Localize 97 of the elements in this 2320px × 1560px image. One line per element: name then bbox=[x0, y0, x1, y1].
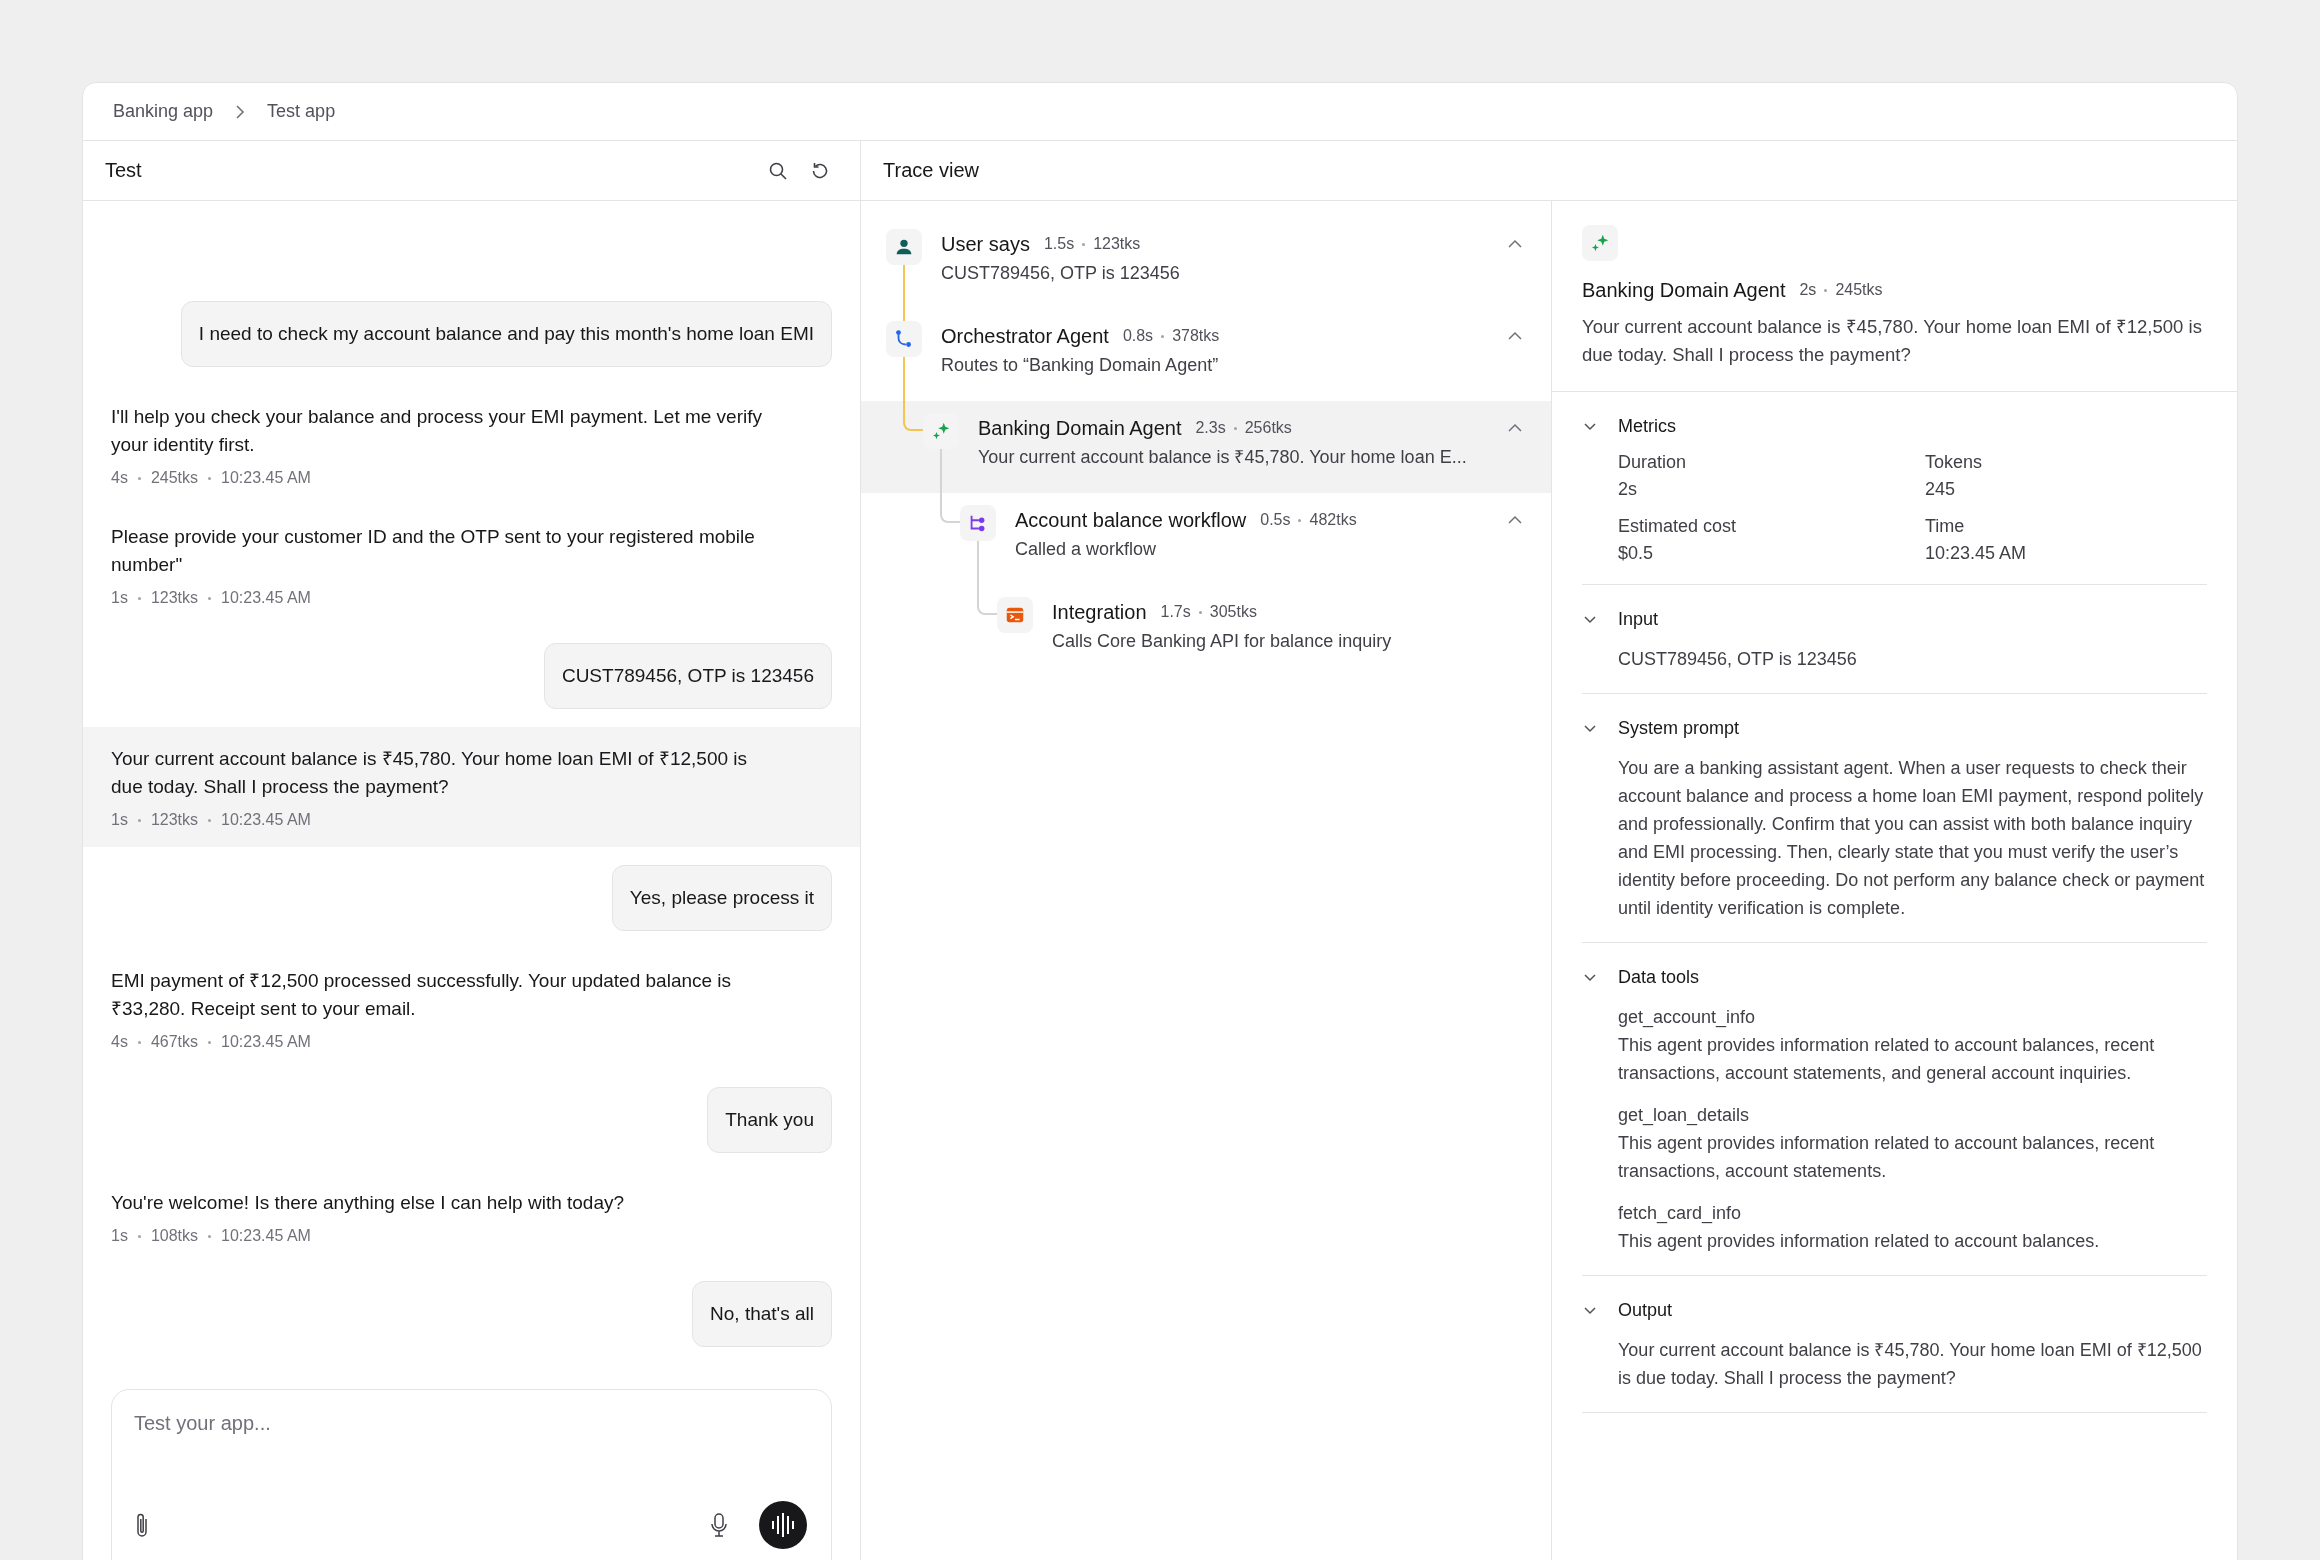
assistant-message: You're welcome! Is there anything else I can help with today? bbox=[111, 1191, 626, 1215]
message-meta: 4s bbox=[111, 1033, 128, 1051]
microphone-icon[interactable] bbox=[709, 1511, 729, 1539]
trace-item-description: Called a workflow bbox=[1015, 538, 1158, 561]
section-title[interactable]: Output bbox=[1618, 1299, 1673, 1321]
user-message: CUST789456, OTP is 123456 bbox=[543, 643, 832, 709]
trace-item-title: Orchestrator Agent bbox=[941, 324, 1109, 348]
trace-item-meta: 1.7s bbox=[1160, 603, 1191, 621]
metric-value: 245 bbox=[1925, 479, 1957, 500]
metric-value: 10:23.45 AM bbox=[1925, 543, 2028, 564]
message-meta: 1s bbox=[111, 1227, 128, 1245]
message-meta: 10:23.45 AM bbox=[221, 1227, 311, 1245]
tool-description: This agent provides information related to account balances, recent transactions, account statements, and general account inquiries. bbox=[1618, 1034, 2156, 1085]
message-meta: 123tks bbox=[150, 589, 199, 607]
trace-item-meta: 2.3s bbox=[1195, 419, 1226, 437]
voice-button[interactable] bbox=[759, 1501, 807, 1549]
trace-item-meta: 378tks bbox=[1172, 327, 1220, 345]
trace-item-description: CUST789456, OTP is 123456 bbox=[941, 262, 1181, 285]
chevron-up-icon[interactable] bbox=[1507, 515, 1523, 525]
metric-label: Duration bbox=[1618, 452, 1688, 473]
terminal-icon bbox=[997, 597, 1033, 633]
message-meta: 4s bbox=[111, 469, 128, 487]
metric-label: Tokens bbox=[1925, 452, 1984, 473]
tree-connector bbox=[903, 265, 905, 321]
detail-title: Banking Domain Agent bbox=[1582, 278, 1786, 302]
trace-item-meta: 1.5s bbox=[1043, 235, 1075, 253]
assistant-message: EMI payment of ₹12,500 processed successfully. Your updated balance is ₹33,280. Receipt sent to your email. bbox=[111, 969, 733, 1021]
branch-icon bbox=[886, 321, 922, 357]
tool-name: fetch_card_info bbox=[1618, 1203, 1742, 1223]
trace-item[interactable]: User says 1.5s 123tks CUST789456, OTP is 123456 bbox=[861, 217, 1551, 309]
message-meta: 1s bbox=[111, 811, 128, 829]
chevron-up-icon[interactable] bbox=[1507, 331, 1523, 341]
sparkle-icon bbox=[1582, 225, 1618, 261]
message-meta: 10:23.45 AM bbox=[221, 469, 311, 487]
search-icon[interactable] bbox=[768, 160, 788, 181]
trace-item-meta: 0.5s bbox=[1260, 511, 1291, 529]
section-title[interactable]: Data tools bbox=[1618, 966, 1700, 988]
trace-item-meta: 123tks bbox=[1093, 235, 1141, 253]
trace-item-title: Account balance workflow bbox=[1015, 508, 1247, 532]
metric-value: 2s bbox=[1618, 479, 1638, 500]
workflow-icon bbox=[960, 505, 996, 541]
tool-name: get_loan_details bbox=[1618, 1105, 1750, 1125]
metric-value: $0.5 bbox=[1618, 543, 1655, 564]
user-message: Yes, please process it bbox=[611, 865, 832, 931]
assistant-message: Please provide your customer ID and the OTP sent to your registered mobile number" bbox=[111, 525, 756, 577]
message-meta: 1s bbox=[111, 589, 128, 607]
message-meta: 123tks bbox=[150, 811, 199, 829]
trace-item-title: User says bbox=[941, 232, 1030, 256]
section-text: You are a banking assistant agent. When a user requests to check their account balance and process a home loan EMI payment, respond politely and professionally. Confirm that you can assist with both balance inquiry and EMI processing. Then, clearly state that you must verify the user’s identity before proceeding. Do not perform any balance check or payment until identity verification is complete. bbox=[1618, 757, 2206, 920]
metric-label: Estimated cost bbox=[1618, 516, 1738, 537]
breadcrumb-link[interactable]: Banking app bbox=[113, 101, 214, 122]
section-title[interactable]: Metrics bbox=[1618, 415, 1676, 437]
trace-item-title: Banking Domain Agent bbox=[978, 416, 1182, 440]
trace-item-title: Integration bbox=[1052, 600, 1147, 624]
message-meta: 245tks bbox=[150, 469, 199, 487]
trace-item[interactable]: Orchestrator Agent 0.8s 378tks Routes to “Banking Domain Agent” bbox=[861, 309, 1551, 401]
section-title[interactable]: System prompt bbox=[1618, 717, 1740, 739]
metric-label: Time bbox=[1925, 516, 1966, 537]
trace-item-description: Your current account balance is ₹45,780. Your home loan E... bbox=[978, 446, 1468, 469]
trace-item-description: Calls Core Banking API for balance inquiry bbox=[1052, 630, 1393, 653]
section-text: Your current account balance is ₹45,780. Your home loan EMI of ₹12,500 is due today. Shall I process the payment? bbox=[1618, 1339, 2203, 1390]
trace-item[interactable]: Integration 1.7s 305tks Calls Core Banking API for balance inquiry bbox=[861, 585, 1551, 677]
message-meta: 10:23.45 AM bbox=[221, 1033, 311, 1051]
message-meta: 10:23.45 AM bbox=[221, 589, 311, 607]
breadcrumb-link[interactable]: Test app bbox=[267, 101, 336, 122]
user-icon bbox=[886, 229, 922, 265]
detail-meta: 2s bbox=[1799, 281, 1817, 299]
detail-description: Your current account balance is ₹45,780. Your home loan EMI of ₹12,500 is due today. Shall I process the payment? bbox=[1582, 315, 2203, 367]
trace-item-description: Routes to “Banking Domain Agent” bbox=[941, 354, 1220, 377]
tool-description: This agent provides information related to account balances, recent transactions, account statements. bbox=[1618, 1132, 2156, 1183]
section-text: CUST789456, OTP is 123456 bbox=[1618, 648, 1858, 671]
user-message: Thank you bbox=[707, 1087, 832, 1153]
chevron-right-icon bbox=[235, 103, 246, 120]
tool-description: This agent provides information related to account balances. bbox=[1618, 1230, 2101, 1253]
trace-item-meta: 482tks bbox=[1309, 511, 1357, 529]
trace-item[interactable]: Banking Domain Agent 2.3s 256tks Your current account balance is ₹45,780. Your home loan E... bbox=[861, 401, 1551, 493]
message-meta: 108tks bbox=[150, 1227, 199, 1245]
refresh-icon[interactable] bbox=[810, 160, 830, 181]
trace-item[interactable]: Account balance workflow 0.5s 482tks Called a workflow bbox=[861, 493, 1551, 585]
detail-meta: 245tks bbox=[1835, 281, 1883, 299]
panel-title: Trace view bbox=[883, 159, 979, 182]
section-title[interactable]: Input bbox=[1618, 608, 1659, 630]
message-meta: 10:23.45 AM bbox=[221, 811, 311, 829]
trace-item-meta: 0.8s bbox=[1122, 327, 1154, 345]
message-meta: 467tks bbox=[150, 1033, 199, 1051]
assistant-message: I'll help you check your balance and process your EMI payment. Let me verify your identity first. bbox=[111, 405, 763, 457]
chevron-up-icon[interactable] bbox=[1507, 239, 1523, 249]
assistant-message: Your current account balance is ₹45,780. Your home loan EMI of ₹12,500 is due today. Shall I process the payment? bbox=[111, 747, 749, 799]
user-message: No, that's all bbox=[692, 1281, 832, 1347]
selected-message[interactable]: Your current account balance is ₹45,780. Your home loan EMI of ₹12,500 is due today. Shall I process the payment? 1s 123tks 10:23.45 AM bbox=[83, 727, 860, 847]
tool-name: get_account_info bbox=[1618, 1007, 1756, 1027]
panel-title: Test bbox=[105, 159, 142, 182]
trace-item-meta: 256tks bbox=[1244, 419, 1292, 437]
user-message: I need to check my account balance and pay this month's home loan EMI bbox=[180, 301, 832, 367]
paperclip-icon[interactable] bbox=[134, 1511, 150, 1539]
chevron-up-icon[interactable] bbox=[1507, 423, 1523, 433]
trace-item-meta: 305tks bbox=[1209, 603, 1257, 621]
